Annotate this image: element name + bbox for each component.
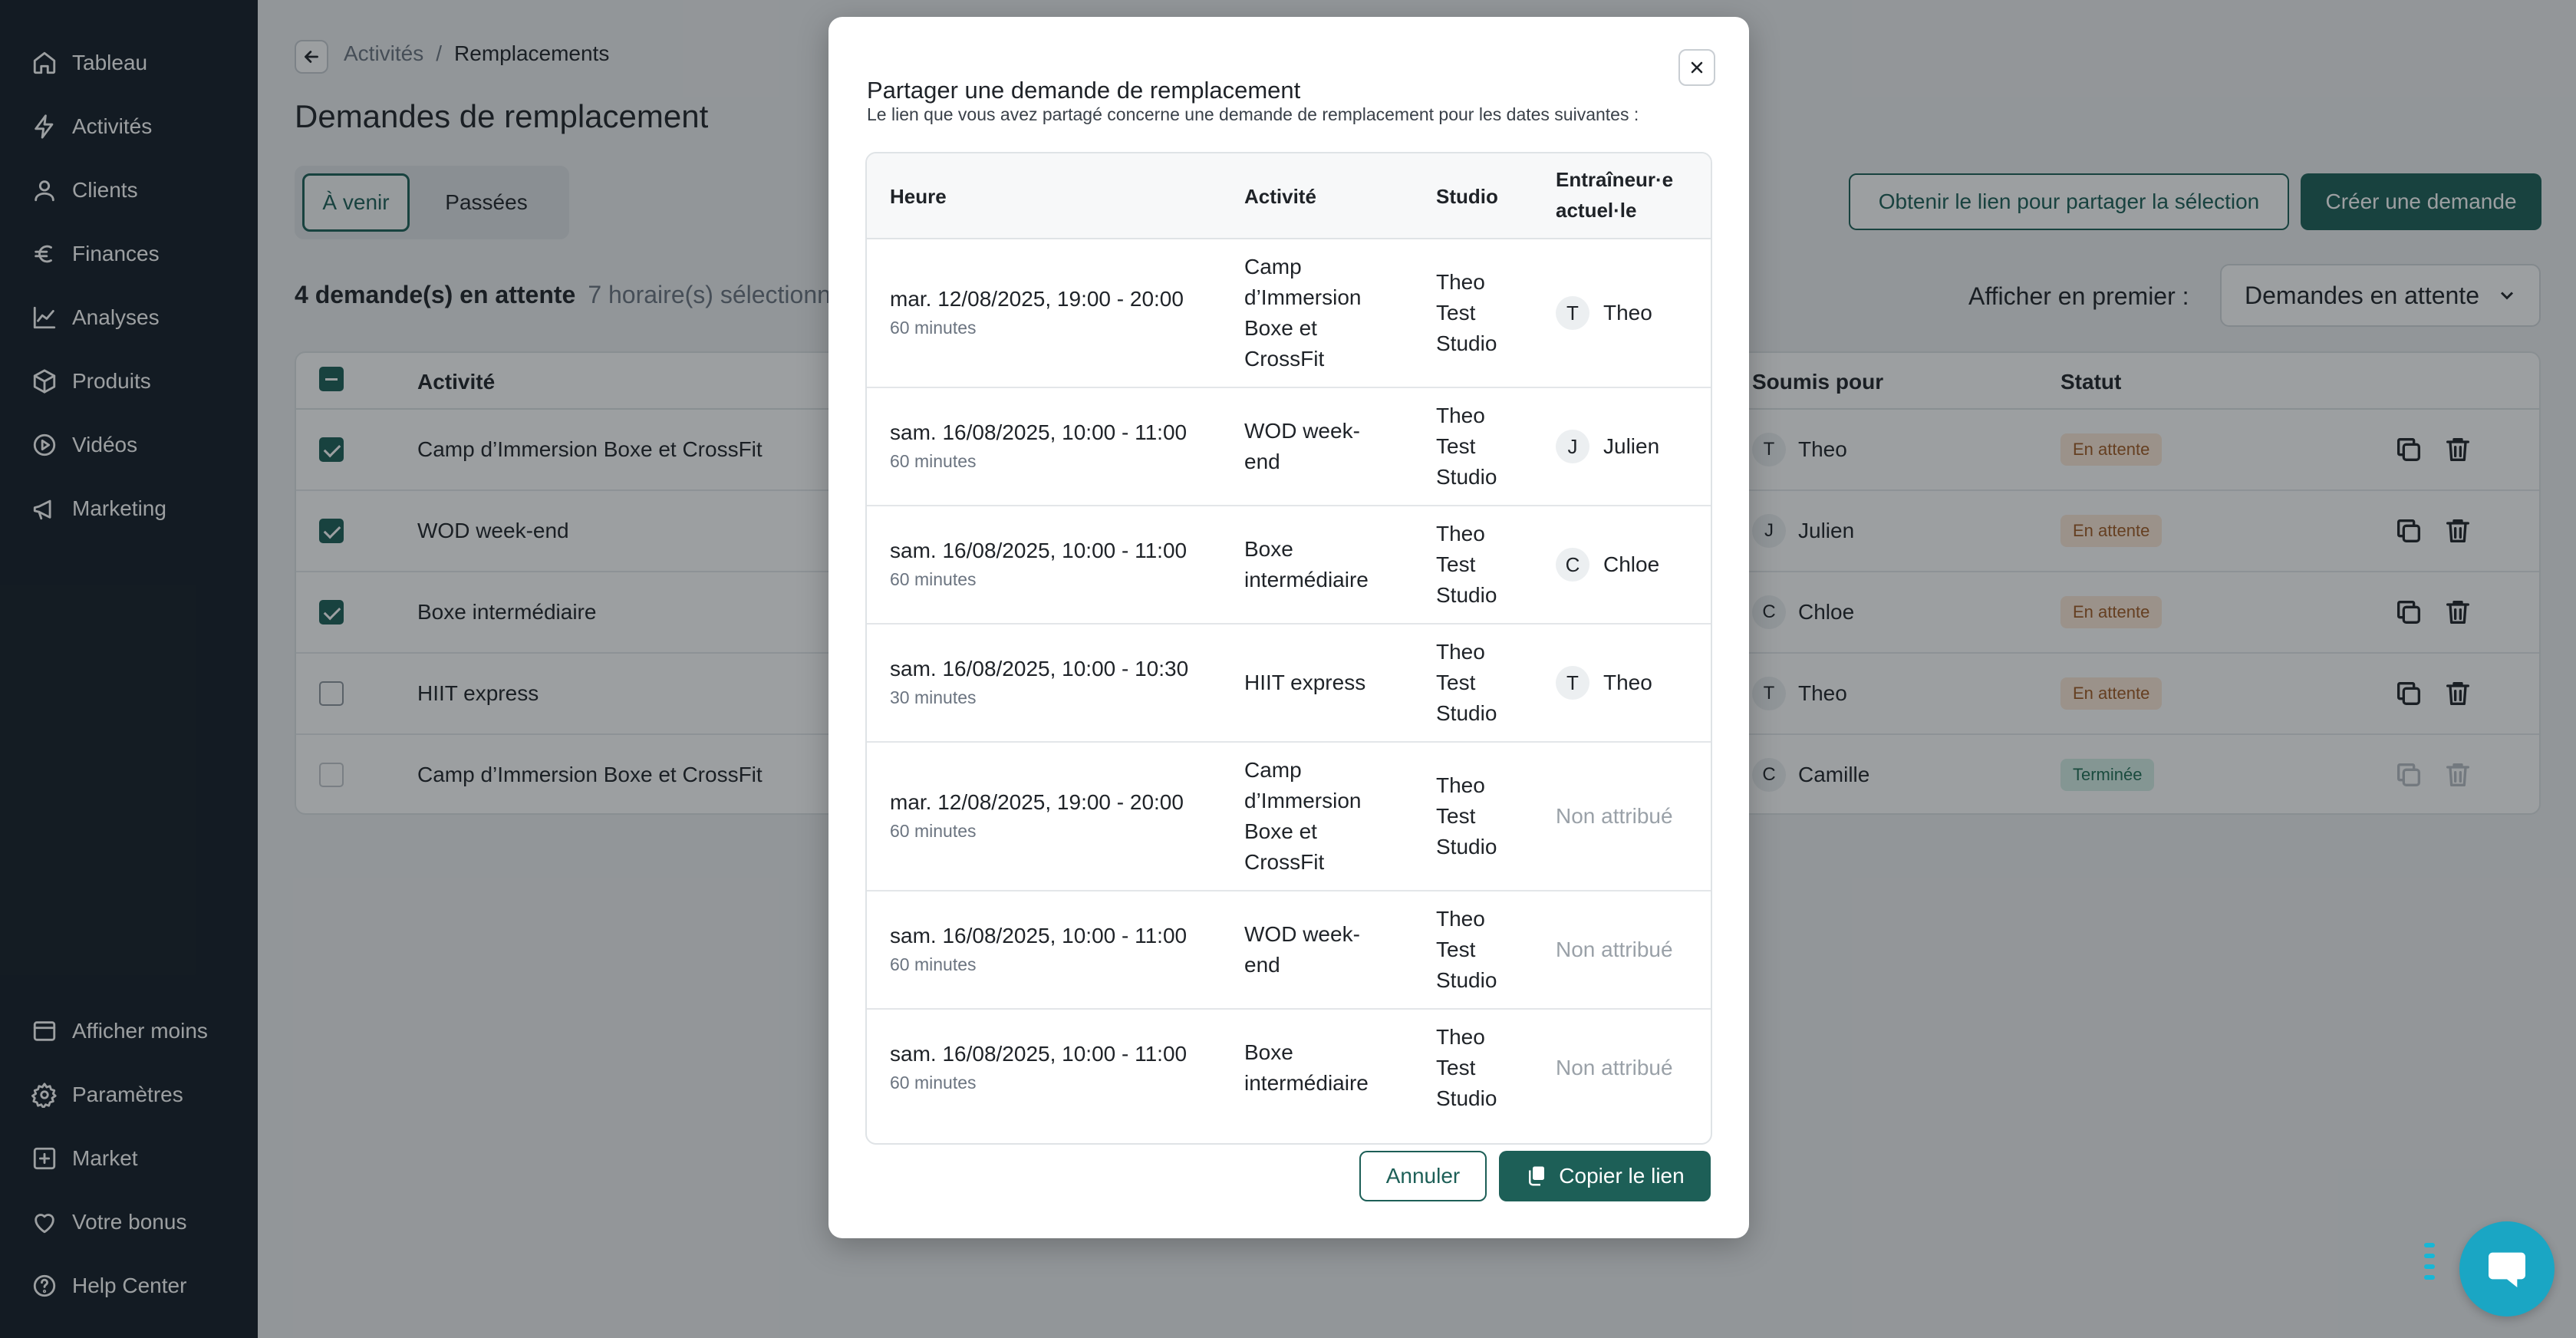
avatar: J (1556, 430, 1589, 463)
row-duration: 60 minutes (890, 821, 977, 841)
row-activity: WOD week-end (1244, 419, 1360, 473)
table-row: sam. 16/08/2025, 10:00 - 11:00 60 minute… (867, 388, 1711, 506)
row-studio: Theo Test Studio (1436, 522, 1497, 607)
row-activity: HIIT express (1244, 671, 1366, 694)
row-studio: Theo Test Studio (1436, 907, 1497, 992)
chat-drag-handle[interactable] (2424, 1243, 2439, 1292)
column-header-trainer: Entraîneur·e actuel·le (1556, 168, 1674, 222)
copy-link-label: Copier le lien (1559, 1164, 1685, 1188)
row-duration: 60 minutes (890, 451, 977, 471)
row-studio: Theo Test Studio (1436, 404, 1497, 489)
row-duration: 60 minutes (890, 1073, 977, 1092)
row-duration: 60 minutes (890, 954, 977, 974)
column-header-studio: Studio (1436, 185, 1498, 208)
row-trainer: Theo (1603, 671, 1652, 694)
avatar: T (1556, 666, 1589, 700)
column-header-time: Heure (890, 185, 947, 208)
row-studio: Theo Test Studio (1436, 1025, 1497, 1110)
row-studio: Theo Test Studio (1436, 773, 1497, 858)
row-trainer-unassigned: Non attribué (1556, 938, 1673, 961)
row-studio: Theo Test Studio (1436, 640, 1497, 725)
row-duration: 60 minutes (890, 569, 977, 589)
row-time: mar. 12/08/2025, 19:00 - 20:00 (890, 790, 1184, 814)
table-row: sam. 16/08/2025, 10:00 - 10:30 30 minute… (867, 625, 1711, 743)
table-row: sam. 16/08/2025, 10:00 - 11:00 60 minute… (867, 1010, 1711, 1128)
row-time: sam. 16/08/2025, 10:00 - 11:00 (890, 1042, 1188, 1066)
row-duration: 30 minutes (890, 687, 977, 707)
share-dates-table: Heure Activité Studio Entraîneur·e actue… (865, 152, 1712, 1145)
table-row: sam. 16/08/2025, 10:00 - 11:00 60 minute… (867, 506, 1711, 625)
dialog-title: Partager une demande de remplacement (867, 77, 1301, 104)
table-row: sam. 16/08/2025, 10:00 - 11:00 60 minute… (867, 891, 1711, 1010)
row-trainer-unassigned: Non attribué (1556, 1056, 1673, 1079)
cancel-button[interactable]: Annuler (1359, 1151, 1487, 1201)
column-header-activity: Activité (1244, 185, 1316, 208)
row-trainer-unassigned: Non attribué (1556, 804, 1673, 828)
row-time: sam. 16/08/2025, 10:00 - 10:30 (890, 657, 1189, 681)
row-activity: Boxe intermédiaire (1244, 1040, 1369, 1095)
row-activity: WOD week-end (1244, 922, 1360, 977)
row-activity: Camp d’Immersion Boxe et CrossFit (1244, 255, 1362, 371)
row-trainer: Julien (1603, 434, 1660, 458)
row-time: mar. 12/08/2025, 19:00 - 20:00 (890, 287, 1184, 311)
row-duration: 60 minutes (890, 318, 977, 338)
close-button[interactable] (1678, 49, 1715, 86)
close-icon (1691, 61, 1703, 74)
copy-icon (1529, 1166, 1545, 1186)
table-row: mar. 12/08/2025, 19:00 - 20:00 60 minute… (867, 743, 1711, 891)
row-time: sam. 16/08/2025, 10:00 - 11:00 (890, 420, 1188, 444)
avatar: C (1556, 548, 1589, 582)
row-time: sam. 16/08/2025, 10:00 - 11:00 (890, 539, 1188, 562)
row-trainer: Chloe (1603, 552, 1660, 576)
chat-bubble-icon (2489, 1252, 2525, 1287)
row-studio: Theo Test Studio (1436, 270, 1497, 355)
table-header: Heure Activité Studio Entraîneur·e actue… (867, 153, 1711, 239)
row-time: sam. 16/08/2025, 10:00 - 11:00 (890, 924, 1188, 947)
row-activity: Camp d’Immersion Boxe et CrossFit (1244, 758, 1362, 874)
row-trainer: Theo (1603, 301, 1652, 325)
chat-launcher-button[interactable] (2459, 1221, 2555, 1317)
share-request-dialog: Partager une demande de remplacement Le … (828, 17, 1749, 1238)
table-row: mar. 12/08/2025, 19:00 - 20:00 60 minute… (867, 239, 1711, 388)
avatar: T (1556, 296, 1589, 330)
row-activity: Boxe intermédiaire (1244, 537, 1369, 592)
copy-link-button[interactable]: Copier le lien (1499, 1151, 1711, 1201)
dialog-subtitle: Le lien que vous avez partagé concerne u… (867, 104, 1639, 124)
